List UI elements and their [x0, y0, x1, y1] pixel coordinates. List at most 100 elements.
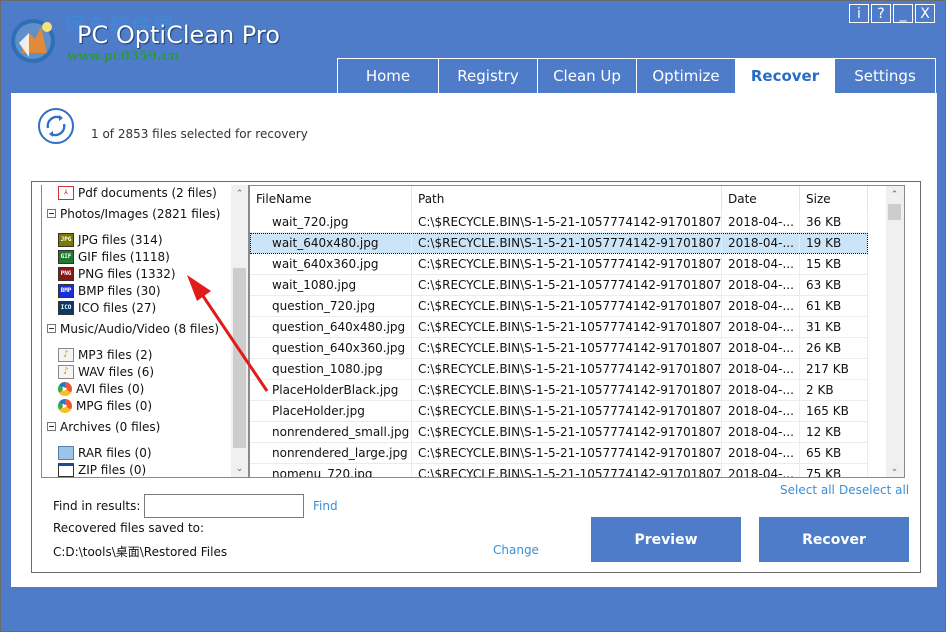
tree-item[interactable]: ♪ MP3 files (2)	[58, 346, 152, 363]
tree-item[interactable]: ▶ MPG files (0)	[58, 397, 152, 414]
collapse-icon[interactable]	[47, 422, 56, 431]
tab-recover[interactable]: Recover	[735, 58, 835, 93]
column-header-filename[interactable]: FileName	[250, 186, 412, 212]
table-row[interactable]: wait_720.jpg C:\$RECYCLE.BIN\S-1-5-21-105…	[250, 212, 868, 233]
select-all-link[interactable]: Select all	[780, 483, 835, 497]
tree-item-label: Music/Audio/Video (8 files)	[60, 321, 220, 336]
tree-item[interactable]: ♪ WAV files (6)	[58, 363, 154, 380]
help-button[interactable]: ?	[871, 4, 891, 23]
cell-size: 31 KB	[800, 317, 868, 337]
cell-date: 2018-04-...	[722, 464, 800, 477]
pdf-icon: ⅄	[58, 185, 74, 200]
mp3-icon: ♪	[58, 347, 74, 362]
find-link[interactable]: Find	[313, 499, 338, 513]
cell-path: C:\$RECYCLE.BIN\S-1-5-21-1057774142-9170…	[412, 422, 722, 442]
tab-clean-up[interactable]: Clean Up	[537, 58, 637, 93]
tree-item[interactable]: ▶ AVI files (0)	[58, 380, 144, 397]
collapse-icon[interactable]	[47, 324, 56, 333]
column-header-size[interactable]: Size	[800, 186, 868, 212]
table-row[interactable]: question_720.jpg C:\$RECYCLE.BIN\S-1-5-21…	[250, 296, 868, 317]
info-button[interactable]: i	[849, 4, 869, 23]
cell-size: 165 KB	[800, 401, 868, 421]
table-row[interactable]: wait_1080.jpg C:\$RECYCLE.BIN\S-1-5-21-10…	[250, 275, 868, 296]
tree-group[interactable]: Music/Audio/Video (8 files)	[47, 320, 219, 337]
scroll-up-icon[interactable]: ⌃	[231, 185, 248, 202]
png-icon: PNG	[58, 266, 74, 281]
close-button[interactable]: X	[915, 4, 935, 23]
tree-group[interactable]: Photos/Images (2821 files)	[47, 205, 220, 222]
tab-registry[interactable]: Registry	[438, 58, 538, 93]
table-row[interactable]: question_640x360.jpg C:\$RECYCLE.BIN\S-1-…	[250, 338, 868, 359]
window-controls: i ? _ X	[849, 4, 935, 23]
table-scroll-thumb[interactable]	[888, 204, 901, 220]
scroll-up-icon[interactable]: ⌃	[886, 186, 903, 203]
cell-name: wait_640x360.jpg	[250, 254, 412, 274]
mpg-icon: ▶	[58, 398, 72, 413]
table-row[interactable]: question_1080.jpg C:\$RECYCLE.BIN\S-1-5-2…	[250, 359, 868, 380]
tree-item-label: PNG files (1332)	[78, 266, 176, 281]
tree-group[interactable]: Archives (0 files)	[47, 418, 160, 435]
table-scrollbar[interactable]: ⌃ ⌄	[886, 186, 904, 477]
cell-path: C:\$RECYCLE.BIN\S-1-5-21-1057774142-9170…	[412, 464, 722, 477]
cell-path: C:\$RECYCLE.BIN\S-1-5-21-1057774142-9170…	[412, 212, 722, 232]
table-row[interactable]: wait_640x480.jpg C:\$RECYCLE.BIN\S-1-5-21…	[250, 233, 868, 254]
tree-item-label: WAV files (6)	[78, 364, 155, 379]
gif-icon: GIF	[58, 249, 74, 264]
tree-item[interactable]: ⅄ Pdf documents (2 files)	[58, 185, 217, 201]
app-window: 河东软件园 PC OptiClean Pro www.pc0359.cn i ?…	[0, 0, 946, 632]
minimize-button[interactable]: _	[893, 4, 913, 23]
selection-status: 1 of 2853 files selected for recovery	[91, 127, 308, 141]
tab-settings[interactable]: Settings	[834, 58, 936, 93]
table-row[interactable]: question_640x480.jpg C:\$RECYCLE.BIN\S-1-…	[250, 317, 868, 338]
tree-item[interactable]: RAR files (0)	[58, 444, 152, 461]
tree-item-label: Photos/Images (2821 files)	[60, 206, 221, 221]
find-input[interactable]	[144, 494, 304, 518]
change-link[interactable]: Change	[493, 543, 539, 557]
wav-icon: ♪	[58, 364, 74, 379]
saved-to-label: Recovered files saved to:	[53, 521, 205, 535]
cell-name: wait_640x480.jpg	[250, 233, 412, 253]
table-row[interactable]: nomenu_720.jpg C:\$RECYCLE.BIN\S-1-5-21-1…	[250, 464, 868, 477]
tree-item-label: Pdf documents (2 files)	[78, 185, 217, 200]
tree-item[interactable]: GIF GIF files (1118)	[58, 248, 170, 265]
tree-item-label: JPG files (314)	[78, 232, 163, 247]
collapse-icon[interactable]	[47, 209, 56, 218]
scroll-down-icon[interactable]: ⌄	[886, 460, 903, 477]
recover-button[interactable]: Recover	[759, 517, 909, 562]
table-row[interactable]: PlaceHolder.jpg C:\$RECYCLE.BIN\S-1-5-21-…	[250, 401, 868, 422]
column-header-date[interactable]: Date	[722, 186, 800, 212]
tab-home[interactable]: Home	[337, 58, 439, 93]
tree-item[interactable]: ZIP files (0)	[58, 461, 146, 477]
cell-size: 36 KB	[800, 212, 868, 232]
cell-path: C:\$RECYCLE.BIN\S-1-5-21-1057774142-9170…	[412, 233, 722, 253]
table-header: FileName Path Date Size	[250, 186, 868, 212]
tree-item-label: BMP files (30)	[78, 283, 161, 298]
table-row[interactable]: PlaceHolderBlack.jpg C:\$RECYCLE.BIN\S-1-…	[250, 380, 868, 401]
tab-optimize[interactable]: Optimize	[636, 58, 736, 93]
tree-item[interactable]: ICO ICO files (27)	[58, 299, 156, 316]
tree-scroll-thumb[interactable]	[233, 268, 246, 448]
cell-name: question_1080.jpg	[250, 359, 412, 379]
deselect-all-link[interactable]: Deselect all	[839, 483, 909, 497]
table-row[interactable]: nonrendered_large.jpg C:\$RECYCLE.BIN\S-1…	[250, 443, 868, 464]
table-row[interactable]: nonrendered_small.jpg C:\$RECYCLE.BIN\S-1…	[250, 422, 868, 443]
cell-name: wait_1080.jpg	[250, 275, 412, 295]
jpg-icon: JPG	[58, 232, 74, 247]
watermark-url: www.pc0359.cn	[67, 49, 179, 64]
recover-panel: 1 of 2853 files selected for recovery ⅄ P…	[11, 93, 937, 587]
cell-path: C:\$RECYCLE.BIN\S-1-5-21-1057774142-9170…	[412, 338, 722, 358]
table-row[interactable]: wait_640x360.jpg C:\$RECYCLE.BIN\S-1-5-21…	[250, 254, 868, 275]
app-logo-icon	[11, 19, 55, 63]
tree-scrollbar[interactable]: ⌃ ⌄	[231, 185, 248, 477]
preview-button[interactable]: Preview	[591, 517, 741, 562]
column-header-path[interactable]: Path	[412, 186, 722, 212]
cell-date: 2018-04-...	[722, 254, 800, 274]
cell-date: 2018-04-...	[722, 359, 800, 379]
cell-name: PlaceHolderBlack.jpg	[250, 380, 412, 400]
scroll-down-icon[interactable]: ⌄	[231, 460, 248, 477]
tree-item[interactable]: BMP BMP files (30)	[58, 282, 161, 299]
cell-path: C:\$RECYCLE.BIN\S-1-5-21-1057774142-9170…	[412, 254, 722, 274]
tree-item[interactable]: JPG JPG files (314)	[58, 231, 163, 248]
tree-item[interactable]: PNG PNG files (1332)	[58, 265, 176, 282]
bmp-icon: BMP	[58, 283, 74, 298]
